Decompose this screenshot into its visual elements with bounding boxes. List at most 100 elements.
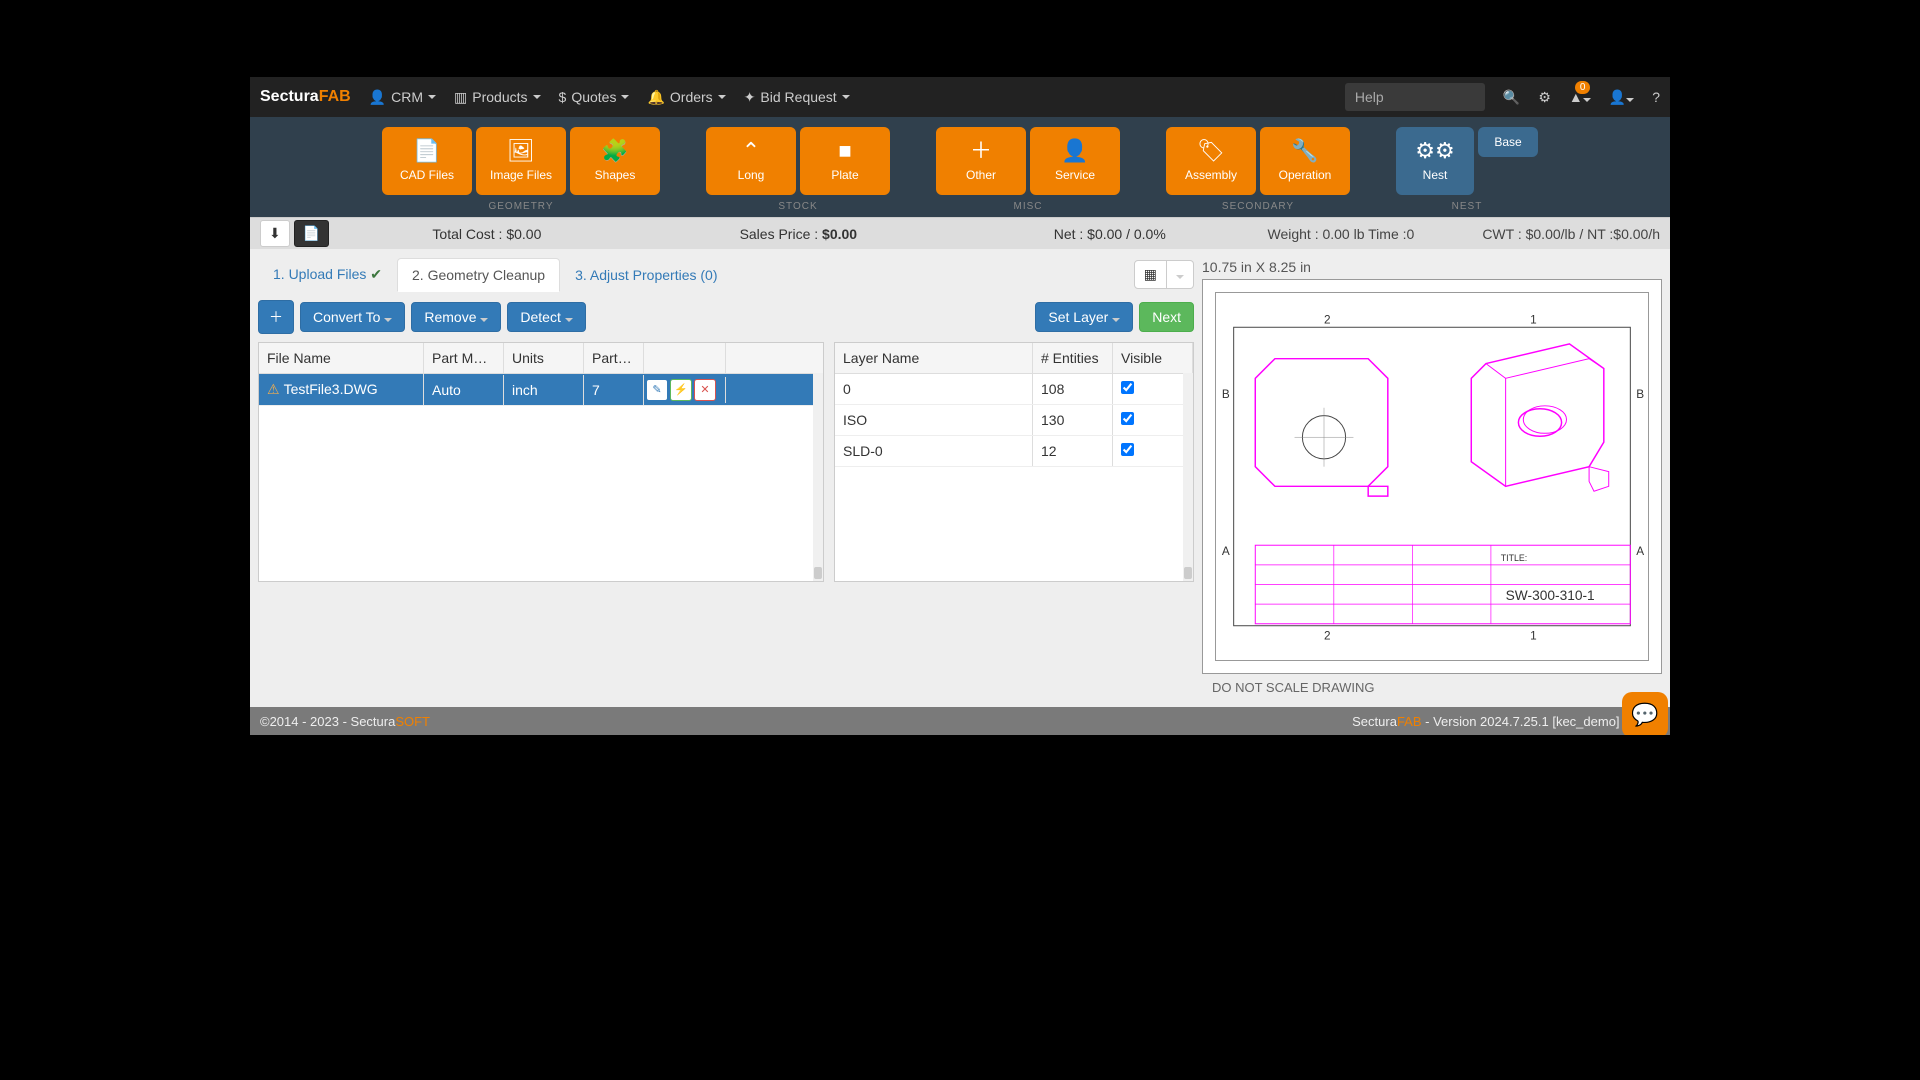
drawing-note-1: DO NOT SCALE DRAWING: [1202, 674, 1662, 701]
status-bar: ©2014 - 2023 - SecturaSOFT SecturaFAB - …: [250, 707, 1670, 735]
copyright-label: ©2014 - 2023 - SecturaSOFT: [260, 714, 430, 729]
secondary-group-label: SECONDARY: [1222, 201, 1294, 212]
net-label: Net : $0.00 / 0.0%: [956, 226, 1263, 242]
col-units[interactable]: Units: [504, 343, 584, 373]
layer-entities: 108: [1033, 374, 1113, 404]
nav-bid-request[interactable]: ✦ Bid Request: [744, 89, 850, 106]
layer-name: 0: [835, 374, 1033, 404]
nav-crm[interactable]: 👤 CRM: [369, 89, 436, 106]
file-units: inch: [504, 375, 584, 405]
file-icon: 📄: [413, 140, 440, 162]
puzzle-icon: 🧩: [601, 140, 628, 162]
chevron-up-icon: ⌃: [742, 140, 760, 162]
service-button[interactable]: 👤Service: [1030, 127, 1120, 195]
layer-visible-checkbox[interactable]: [1121, 412, 1134, 425]
plate-button[interactable]: ■Plate: [800, 127, 890, 195]
cad-files-button[interactable]: 📄CAD Files: [382, 127, 472, 195]
image-files-button[interactable]: 🖼Image Files: [476, 127, 566, 195]
scrollbar[interactable]: [813, 373, 823, 581]
barcode-icon: ▥: [454, 89, 467, 106]
square-icon: ■: [838, 140, 851, 162]
tab-adjust-properties[interactable]: 3. Adjust Properties (0): [560, 258, 732, 292]
weight-time-label: Weight : 0.00 lb Time :0: [1267, 226, 1414, 242]
detect-button[interactable]: Detect: [507, 302, 585, 332]
plus-icon: ＋: [269, 309, 283, 325]
scrollbar[interactable]: [1183, 373, 1193, 581]
wand-icon: ✦: [744, 89, 756, 106]
file-icon: 📄: [303, 225, 320, 241]
col-filename[interactable]: File Name: [259, 343, 424, 373]
info-bar: ⬇ 📄 Total Cost : $0.00 Sales Price : $0.…: [250, 217, 1670, 249]
nav-orders[interactable]: 🔔 Orders: [647, 89, 725, 106]
file-row[interactable]: ⚠TestFile3.DWG Auto inch 7 ✎ ⚡ ✕: [259, 374, 823, 406]
svg-text:TITLE:: TITLE:: [1501, 553, 1528, 563]
help-search-input[interactable]: Help: [1345, 83, 1485, 111]
image-icon: 🖼: [507, 140, 535, 162]
layer-name: ISO: [835, 405, 1033, 435]
notification-badge: 0: [1575, 81, 1591, 94]
operation-button[interactable]: 🔧Operation: [1260, 127, 1350, 195]
help-icon[interactable]: ?: [1652, 89, 1660, 105]
files-grid: File Name Part Mode Units Part Co... ⚠Te…: [258, 342, 824, 582]
grid-view-button[interactable]: ▦: [1134, 260, 1167, 289]
user-icon: 👤: [369, 89, 386, 106]
base-button[interactable]: Base: [1478, 127, 1538, 157]
warning-icon: ⚠: [267, 381, 280, 397]
col-partmode[interactable]: Part Mode: [424, 343, 504, 373]
edit-row-button[interactable]: ✎: [646, 379, 668, 401]
notification-icon[interactable]: 0 ▲: [1569, 89, 1591, 105]
refresh-row-button[interactable]: ⚡: [670, 379, 692, 401]
download-icon: ⬇: [269, 225, 281, 241]
cad-preview[interactable]: 2 1 2 1 B B A A: [1202, 279, 1662, 674]
col-visible[interactable]: Visible: [1113, 343, 1193, 373]
next-button[interactable]: Next: [1139, 302, 1194, 332]
layer-visible-checkbox[interactable]: [1121, 443, 1134, 456]
col-layer-name[interactable]: Layer Name: [835, 343, 1033, 373]
check-icon: ✔: [370, 266, 382, 282]
col-partcount[interactable]: Part Co...: [584, 343, 644, 373]
convert-to-button[interactable]: Convert To: [300, 302, 405, 332]
version-label: SecturaFAB - Version 2024.7.25.1 [kec_de…: [1352, 714, 1660, 729]
layers-grid: Layer Name # Entities Visible 0108ISO130…: [834, 342, 1194, 582]
set-layer-button[interactable]: Set Layer: [1035, 302, 1133, 332]
stock-group-label: STOCK: [778, 201, 817, 212]
assembly-button[interactable]: 🏷Assembly: [1166, 127, 1256, 195]
add-button[interactable]: ＋: [258, 300, 294, 334]
sales-price-label: Sales Price : $0.00: [645, 226, 952, 242]
layer-visible-checkbox[interactable]: [1121, 381, 1134, 394]
total-cost-label: Total Cost : $0.00: [333, 226, 640, 242]
nav-products[interactable]: ▥ Products: [454, 89, 540, 106]
col-entities[interactable]: # Entities: [1033, 343, 1113, 373]
layer-row[interactable]: 0108: [835, 374, 1193, 405]
top-navbar: SecturaFAB 👤 CRM ▥ Products $ Quotes 🔔 O…: [250, 77, 1670, 117]
nav-quotes[interactable]: $ Quotes: [559, 89, 630, 105]
file-partcount: 7: [584, 375, 644, 405]
grid-view-dropdown[interactable]: [1167, 260, 1194, 289]
misc-group-label: MISC: [1014, 201, 1043, 212]
delete-row-button[interactable]: ✕: [694, 379, 716, 401]
download-button[interactable]: ⬇: [260, 220, 290, 247]
svg-text:A: A: [1222, 545, 1230, 558]
svg-text:B: B: [1222, 388, 1230, 401]
svg-text:A: A: [1636, 545, 1644, 558]
layer-name: SLD-0: [835, 436, 1033, 466]
layer-row[interactable]: SLD-012: [835, 436, 1193, 467]
document-button[interactable]: 📄: [294, 220, 329, 247]
svg-text:2: 2: [1324, 313, 1331, 326]
tab-geometry-cleanup[interactable]: 2. Geometry Cleanup: [397, 258, 560, 292]
nest-button[interactable]: ⚙⚙Nest: [1396, 127, 1474, 195]
dollar-icon: $: [559, 89, 567, 105]
long-button[interactable]: ⌃Long: [706, 127, 796, 195]
chat-bubble-button[interactable]: 💬: [1622, 692, 1668, 738]
svg-text:SW-300-310-1: SW-300-310-1: [1506, 588, 1595, 603]
other-button[interactable]: ＋Other: [936, 127, 1026, 195]
caret-icon: [428, 95, 436, 99]
layer-row[interactable]: ISO130: [835, 405, 1193, 436]
shapes-button[interactable]: 🧩Shapes: [570, 127, 660, 195]
layer-entities: 12: [1033, 436, 1113, 466]
user-menu-icon[interactable]: 👤: [1609, 89, 1634, 106]
search-icon[interactable]: 🔍: [1503, 89, 1520, 106]
remove-button[interactable]: Remove: [411, 302, 501, 332]
tab-upload-files[interactable]: 1. Upload Files ✔: [258, 257, 397, 292]
gear-icon[interactable]: ⚙: [1538, 89, 1551, 106]
